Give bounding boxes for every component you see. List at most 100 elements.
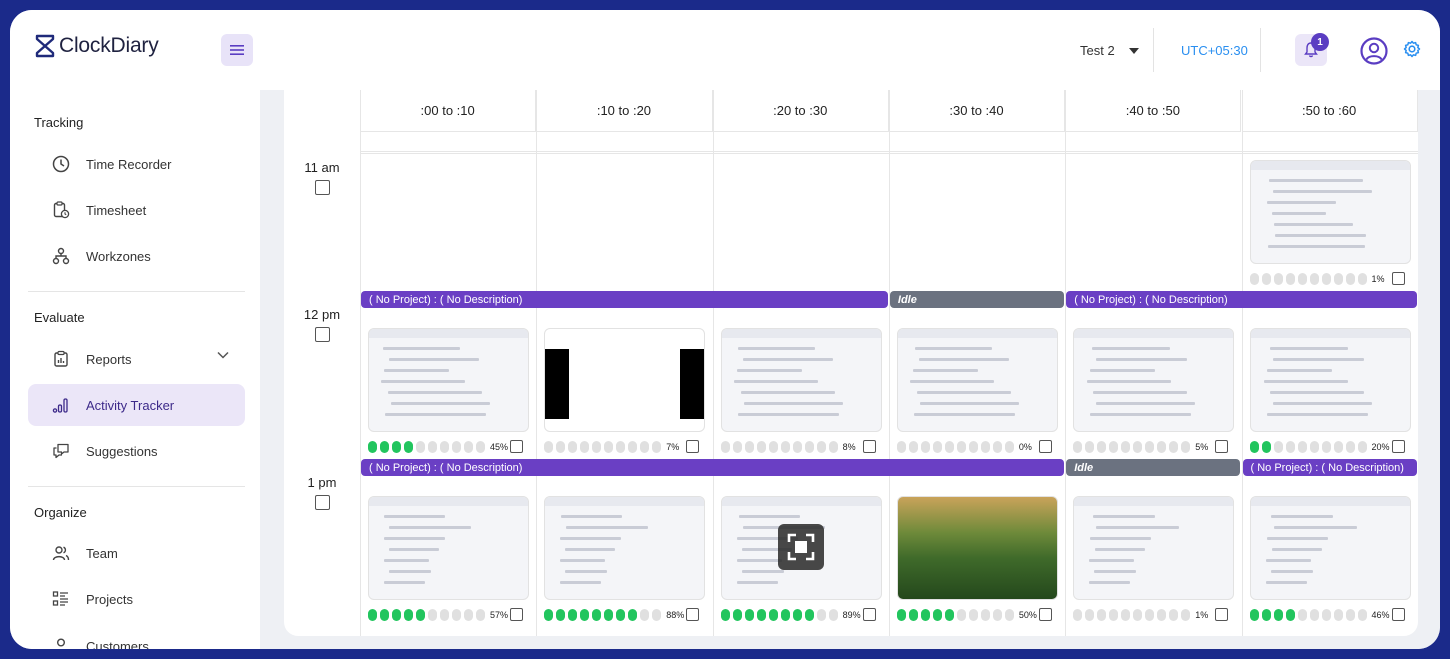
activity-dot	[1261, 273, 1271, 285]
idle-label: Idle	[1074, 461, 1094, 474]
idle-label: Idle	[897, 293, 917, 306]
timezone-link[interactable]: UTC+05:30	[1181, 43, 1248, 58]
activity-dot	[980, 441, 990, 453]
project-bar[interactable]: ( No Project) : ( No Description)	[361, 459, 1065, 476]
activity-dot	[932, 609, 942, 621]
activity-dot	[1357, 441, 1367, 453]
screenshot-thumbnail[interactable]	[1073, 328, 1235, 432]
logo[interactable]: ClockDiary	[34, 34, 159, 58]
activity-dot	[980, 609, 990, 621]
activity-dot	[920, 441, 930, 453]
activity-dot	[828, 441, 838, 453]
grid-row-line	[360, 151, 1418, 152]
clock-icon	[52, 155, 70, 173]
screenshot-thumbnail[interactable]	[896, 496, 1058, 600]
caret-down-icon	[1128, 47, 1139, 54]
screenshot-thumbnail[interactable]	[368, 496, 529, 600]
activity-dot	[944, 441, 954, 453]
fullscreen-icon	[787, 533, 814, 561]
sidebar-item-workzones[interactable]: Workzones	[28, 235, 245, 277]
activity-dot	[792, 441, 802, 453]
idle-bar[interactable]: Idle	[1066, 459, 1241, 476]
sidebar-item-customers[interactable]: Customers	[28, 625, 245, 649]
activity-meter: 57%	[368, 608, 508, 622]
activity-dot	[1357, 273, 1367, 285]
activity-dot	[1309, 609, 1319, 621]
activity-dot	[816, 609, 826, 621]
top-header: ClockDiary Test 2 UTC+05:30 1	[10, 10, 1440, 90]
screenshot-thumbnail[interactable]	[368, 328, 529, 432]
screenshot-select-checkbox[interactable]	[1038, 608, 1052, 621]
activity-dot	[1297, 273, 1307, 285]
screenshot-thumbnail[interactable]	[896, 328, 1058, 432]
screenshot-thumbnail[interactable]	[720, 328, 882, 432]
screenshot-thumbnail[interactable]	[1249, 496, 1411, 600]
divider	[28, 291, 245, 292]
activity-dot	[968, 609, 978, 621]
clipboard-clock-icon	[52, 201, 70, 219]
sidebar-item-label: Projects	[86, 591, 133, 607]
activity-dot	[556, 609, 566, 621]
screenshot-select-checkbox[interactable]	[686, 440, 700, 453]
activity-dot	[1181, 609, 1191, 621]
expand-screenshot-button[interactable]	[777, 524, 824, 570]
sidebar-item-projects[interactable]: Projects	[28, 578, 245, 620]
workspace-selector[interactable]: Test 2	[1080, 43, 1139, 58]
screenshot-select-checkbox[interactable]	[1215, 440, 1229, 453]
activity-dot	[1097, 441, 1107, 453]
activity-dot	[1249, 273, 1259, 285]
activity-dot	[452, 441, 461, 453]
activity-dot	[720, 609, 730, 621]
sidebar-item-timesheet[interactable]: Timesheet	[28, 189, 245, 231]
hour-select-checkbox[interactable]	[315, 180, 330, 195]
screenshot-select-checkbox[interactable]	[862, 440, 876, 453]
activity-dot	[640, 441, 650, 453]
activity-dot	[628, 441, 638, 453]
settings-button[interactable]	[1403, 40, 1421, 63]
activity-dot	[604, 441, 614, 453]
activity-dot	[1085, 441, 1095, 453]
activity-dot	[428, 609, 437, 621]
hour-select-checkbox[interactable]	[315, 495, 330, 510]
screenshot-thumbnail[interactable]	[1249, 328, 1411, 432]
hour-select-checkbox[interactable]	[315, 327, 330, 342]
sidebar-item-reports[interactable]: Reports	[28, 338, 245, 380]
activity-percent: 50%	[1018, 610, 1037, 620]
project-bar[interactable]: ( No Project) : ( No Description)	[361, 291, 888, 308]
activity-meter: 7%	[544, 440, 679, 454]
activity-percent: 88%	[666, 610, 685, 620]
screenshot-thumbnail[interactable]	[544, 328, 706, 432]
idle-bar[interactable]: Idle	[889, 291, 1065, 308]
screenshot-select-checkbox[interactable]	[862, 608, 876, 621]
screenshot-thumbnail[interactable]	[544, 496, 706, 600]
sidebar-item-time-recorder[interactable]: Time Recorder	[28, 143, 245, 185]
screenshot-select-checkbox[interactable]	[1038, 440, 1052, 453]
activity-percent: 45%	[490, 442, 509, 452]
activity-dot	[1145, 609, 1155, 621]
activity-dot	[1109, 609, 1119, 621]
screenshot-select-checkbox[interactable]	[1215, 608, 1229, 621]
project-bar[interactable]: ( No Project) : ( No Description)	[1066, 291, 1417, 308]
menu-toggle-button[interactable]	[221, 34, 253, 66]
sidebar-item-suggestions[interactable]: Suggestions	[28, 430, 245, 472]
sidebar-item-team[interactable]: Team	[28, 532, 245, 574]
screenshot-thumbnail[interactable]	[1249, 160, 1411, 264]
user-avatar-button[interactable]	[1360, 37, 1388, 70]
activity-dot	[1345, 273, 1355, 285]
screenshot-select-checkbox[interactable]	[1391, 272, 1405, 285]
activity-meter: 46%	[1249, 608, 1390, 622]
screenshot-select-checkbox[interactable]	[1391, 440, 1405, 453]
screenshot-thumbnail[interactable]	[1073, 496, 1235, 600]
screenshot-select-checkbox[interactable]	[510, 608, 523, 621]
sidebar-item-activity-tracker[interactable]: Activity Tracker	[28, 384, 245, 426]
screenshot-select-checkbox[interactable]	[1391, 608, 1405, 621]
activity-dot	[1297, 441, 1307, 453]
screenshot-select-checkbox[interactable]	[686, 608, 700, 621]
activity-dot	[1121, 441, 1131, 453]
screenshot-select-checkbox[interactable]	[510, 440, 523, 453]
activity-dot	[556, 441, 566, 453]
project-bar[interactable]: ( No Project) : ( No Description)	[1242, 459, 1417, 476]
activity-dot	[1273, 609, 1283, 621]
activity-dot	[816, 441, 826, 453]
activity-dot	[416, 609, 425, 621]
